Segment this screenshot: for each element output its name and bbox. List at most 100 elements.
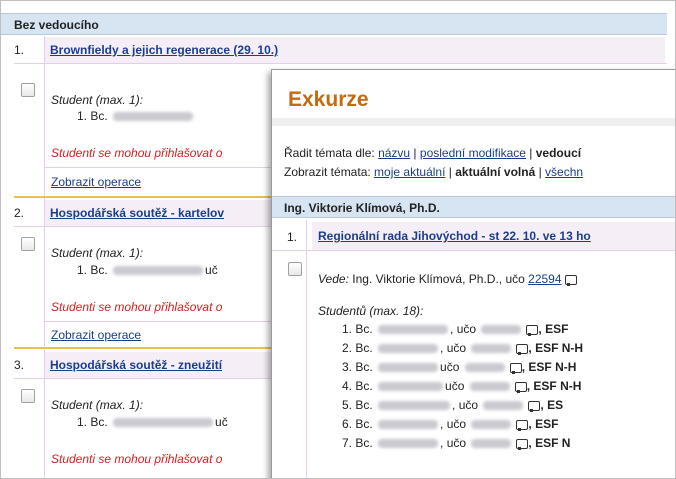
student-number: 1. — [342, 322, 353, 336]
student-degree: Bc. — [355, 360, 373, 374]
student-list-item: 4. Bc. učo , ESF N-H — [342, 379, 581, 393]
divider — [272, 250, 675, 251]
leader-line: Vede: Ing. Viktorie Klímová, Ph.D., učo … — [318, 272, 577, 286]
student-item-suffix: uč — [215, 415, 228, 429]
show-operations-text[interactable]: Zobrazit operace — [51, 175, 141, 189]
student-item: 1. Bc. — [77, 109, 195, 123]
student-number: 4. — [342, 379, 353, 393]
student-list-item: 7. Bc. , učo , ESF N — [342, 436, 570, 450]
student-item-prefix: 1. Bc. — [77, 109, 108, 123]
student-item-prefix: 1. Bc. — [77, 415, 108, 429]
topic-title-row: Regionální rada Jihovýchod - st 22. 10. … — [312, 222, 675, 250]
message-icon[interactable] — [509, 362, 522, 374]
show-all-link[interactable]: všechn — [545, 165, 583, 179]
exkurze-popup: Exkurze Řadit témata dle: názvu | posled… — [271, 69, 675, 478]
student-program: , ESF — [528, 417, 559, 431]
show-operations-text[interactable]: Zobrazit operace — [51, 328, 141, 342]
student-number: 2. — [342, 341, 353, 355]
sort-by-modified-link[interactable]: poslední modifikace — [420, 146, 526, 160]
students-label: Studentů (max. 18): — [318, 304, 424, 318]
blurred-uco — [483, 401, 524, 411]
student-label: Student (max. 1): — [51, 246, 144, 260]
section-title: Bez vedoucího — [14, 18, 99, 32]
show-my-current-link[interactable]: moje aktuální — [374, 165, 445, 179]
leader-label: Vede: — [318, 272, 349, 286]
blurred-uco — [471, 439, 512, 449]
student-program: , ESF N-H — [526, 379, 582, 393]
student-degree: Bc. — [355, 322, 373, 336]
student-item: 1. Bc. uč — [77, 263, 218, 277]
popup-title-bar — [272, 118, 675, 126]
student-number: 5. — [342, 398, 353, 412]
popup-title: Exkurze — [288, 88, 369, 111]
divider — [14, 63, 667, 64]
topic-checkbox[interactable] — [288, 262, 302, 276]
page-frame: Bez vedoucího 1. Brownfieldy a jejich re… — [0, 0, 676, 479]
signup-notice: Studenti se mohou přihlašovat o — [51, 452, 223, 466]
student-number: 3. — [342, 360, 353, 374]
student-number: 6. — [342, 417, 353, 431]
message-icon[interactable] — [514, 381, 527, 393]
student-uco-label: , učo — [440, 436, 467, 450]
blurred-name — [378, 382, 444, 392]
student-list-item: 5. Bc. , učo , ES — [342, 398, 563, 412]
student-item-suffix: uč — [205, 263, 218, 277]
topic-link[interactable]: Hospodářská soutěž - zneužití — [50, 358, 222, 372]
sort-by-name-link[interactable]: názvu — [378, 146, 410, 160]
student-item: 1. Bc. uč — [77, 415, 228, 429]
topic-link[interactable]: Hospodářská soutěž - kartelov — [50, 206, 224, 220]
student-degree: Bc. — [355, 436, 373, 450]
blurred-uco — [469, 382, 510, 392]
student-program: , ESF N — [528, 436, 571, 450]
student-program: , ESF N-H — [528, 341, 584, 355]
topic-left-column — [272, 220, 307, 478]
student-uco-label: učo — [445, 379, 465, 393]
blurred-name — [113, 418, 214, 428]
row-number: 1. — [14, 43, 25, 57]
topic-number: 1. — [287, 230, 298, 244]
signup-notice: Studenti se mohou přihlašovat o — [51, 146, 223, 160]
blurred-name — [113, 266, 204, 276]
leader-section-header: Ing. Viktorie Klímová, Ph.D. — [272, 196, 675, 218]
show-current: aktuální volná — [455, 165, 536, 179]
student-uco-label: , učo — [440, 417, 467, 431]
sort-current: vedoucí — [535, 146, 582, 160]
blurred-uco — [471, 344, 512, 354]
leader-uco-link[interactable]: 22594 — [528, 272, 561, 286]
student-label: Student (max. 1): — [51, 93, 144, 107]
student-degree: Bc. — [355, 417, 373, 431]
message-icon[interactable] — [516, 419, 529, 431]
blurred-name — [378, 344, 439, 354]
topic-link[interactable]: Brownfieldy a jejich regenerace (29. 10.… — [50, 43, 278, 57]
student-uco-label: učo — [440, 360, 460, 374]
student-list-item: 3. Bc. učo , ESF N-H — [342, 360, 576, 374]
row-checkbox[interactable] — [21, 83, 35, 97]
student-uco-label: , učo — [440, 341, 467, 355]
topic-link[interactable]: Regionální rada Jihovýchod - st 22. 10. … — [318, 229, 591, 243]
blurred-name — [378, 420, 439, 430]
message-icon[interactable] — [526, 324, 539, 336]
sort-label: Řadit témata dle: — [284, 146, 375, 160]
show-operations-link[interactable]: Zobrazit operace — [51, 175, 141, 189]
blurred-uco — [481, 325, 522, 335]
student-degree: Bc. — [355, 379, 373, 393]
student-uco-label: , učo — [450, 322, 477, 336]
row-number: 3. — [14, 358, 25, 372]
blurred-uco — [464, 363, 505, 373]
row-checkbox[interactable] — [21, 389, 35, 403]
show-operations-link[interactable]: Zobrazit operace — [51, 328, 141, 342]
student-degree: Bc. — [355, 398, 373, 412]
message-icon[interactable] — [516, 343, 529, 355]
blurred-name — [378, 439, 439, 449]
message-icon[interactable] — [516, 438, 529, 450]
sort-options: Řadit témata dle: názvu | poslední modif… — [284, 146, 582, 160]
leader-section-title: Ing. Viktorie Klímová, Ph.D. — [284, 201, 440, 215]
row-checkbox[interactable] — [21, 237, 35, 251]
row-number: 2. — [14, 206, 25, 220]
student-number: 7. — [342, 436, 353, 450]
message-icon[interactable] — [564, 274, 577, 286]
student-list-item: 6. Bc. , učo , ESF — [342, 417, 558, 431]
signup-notice: Studenti se mohou přihlašovat o — [51, 300, 223, 314]
student-program: , ESF N-H — [521, 360, 577, 374]
message-icon[interactable] — [528, 400, 541, 412]
